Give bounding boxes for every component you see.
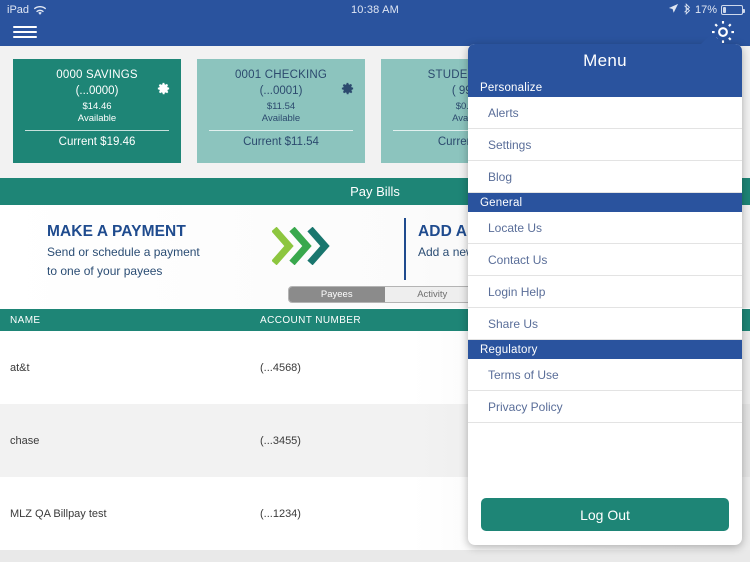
divider: [404, 218, 406, 280]
table-footer-spacer: [0, 550, 750, 562]
account-current-balance: Current $19.46: [58, 136, 136, 148]
menu-item-login-help[interactable]: Login Help: [468, 276, 742, 308]
account-mask: (...0001): [259, 85, 303, 97]
battery-icon: [721, 5, 745, 15]
column-header-name: NAME: [10, 315, 41, 326]
account-mask: (...0000): [75, 85, 119, 97]
menu-spacer: [468, 423, 742, 473]
promo-subtitle-line1: Add a new: [418, 245, 475, 259]
tab-payees[interactable]: Payees: [289, 287, 385, 302]
payee-name: at&t: [10, 362, 30, 374]
hamburger-menu-icon[interactable]: [13, 21, 37, 43]
menu-section-personalize: Personalize: [468, 78, 742, 97]
location-arrow-icon: [668, 3, 679, 17]
menu-item-privacy-policy[interactable]: Privacy Policy: [468, 391, 742, 423]
account-current-balance: Current $11.54: [243, 136, 319, 148]
payees-activity-tabs[interactable]: Payees Activity: [288, 286, 481, 303]
menu-item-blog[interactable]: Blog: [468, 161, 742, 193]
gear-icon[interactable]: [340, 81, 355, 96]
gear-icon[interactable]: [156, 81, 171, 96]
log-out-button[interactable]: Log Out: [481, 498, 729, 531]
menu-title: Menu: [468, 44, 742, 78]
battery-percent-label: 17%: [694, 4, 717, 16]
menu-item-share-us[interactable]: Share Us: [468, 308, 742, 340]
payee-account-number: (...4568): [260, 362, 301, 374]
navigation-bar: [0, 20, 750, 46]
popover-arrow: [700, 33, 724, 45]
menu-item-locate-us[interactable]: Locate Us: [468, 212, 742, 244]
payee-account-number: (...1234): [260, 508, 301, 520]
promo-subtitle-line2: to one of your payees: [47, 263, 163, 278]
divider: [25, 130, 169, 131]
promo-title: ADD A: [418, 223, 468, 240]
tab-activity[interactable]: Activity: [384, 287, 480, 302]
column-header-account-number: ACCOUNT NUMBER: [260, 315, 361, 326]
promo-subtitle-line1: Send or schedule a payment: [47, 245, 200, 259]
account-title: 0000 SAVINGS: [56, 69, 138, 81]
divider: [209, 130, 353, 131]
account-available-amount: $11.54: [266, 101, 296, 112]
account-available-label: Available: [261, 113, 301, 124]
promo-title: MAKE A PAYMENT: [47, 223, 186, 240]
double-chevron-right-icon: [272, 227, 334, 265]
bluetooth-icon: [683, 2, 691, 18]
account-available-label: Available: [77, 113, 117, 124]
menu-item-alerts[interactable]: Alerts: [468, 97, 742, 129]
account-card[interactable]: 0001 CHECKING (...0001) $11.54 Available…: [197, 59, 365, 163]
payee-account-number: (...3455): [260, 435, 301, 447]
payee-name: chase: [10, 435, 40, 447]
account-card[interactable]: 0000 SAVINGS (...0000) $14.46 Available …: [13, 59, 181, 163]
menu-section-regulatory: Regulatory: [468, 340, 742, 359]
add-a-payee-promo[interactable]: ADD A Add a new: [418, 222, 475, 261]
menu-section-general: General: [468, 193, 742, 212]
account-title: 0001 CHECKING: [234, 69, 328, 81]
settings-menu-popover[interactable]: Menu Personalize Alerts Settings Blog Ge…: [468, 44, 742, 545]
status-bar: iPad 10:38 AM 17%: [0, 0, 750, 20]
payee-name: MLZ QA Billpay test: [10, 508, 107, 520]
account-available-amount: $14.46: [82, 101, 112, 112]
make-a-payment-promo[interactable]: MAKE A PAYMENT Send or schedule a paymen…: [47, 222, 200, 279]
status-bar-right: 17%: [668, 2, 745, 18]
menu-item-contact-us[interactable]: Contact Us: [468, 244, 742, 276]
menu-item-settings[interactable]: Settings: [468, 129, 742, 161]
status-bar-clock: 10:38 AM: [350, 4, 400, 16]
menu-item-terms-of-use[interactable]: Terms of Use: [468, 359, 742, 391]
